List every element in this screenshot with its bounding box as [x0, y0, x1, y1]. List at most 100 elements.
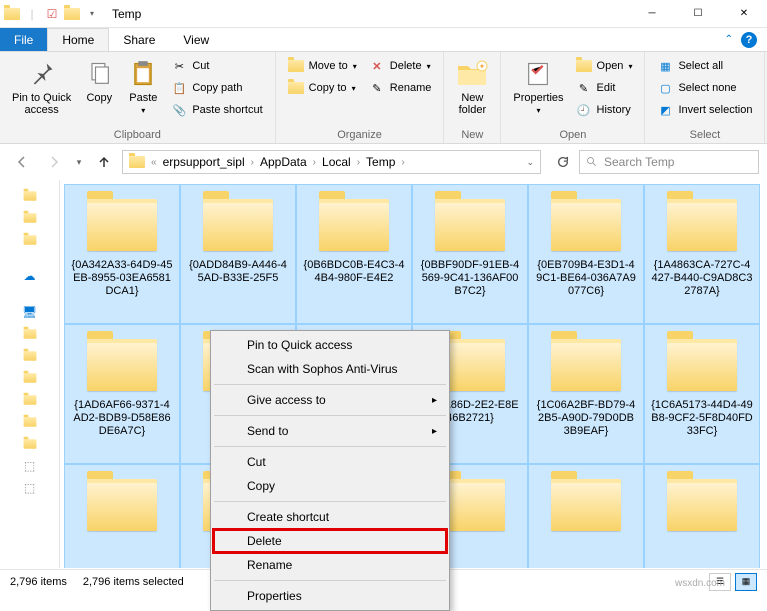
- qat-dropdown-icon[interactable]: ▾: [84, 6, 100, 22]
- maximize-button[interactable]: ☐: [675, 0, 721, 28]
- menu-separator: [214, 501, 446, 502]
- menu-copy[interactable]: Copy: [213, 474, 447, 498]
- tab-file[interactable]: File: [0, 28, 47, 51]
- tab-home[interactable]: Home: [47, 28, 109, 51]
- properties-qat-icon[interactable]: ☑: [44, 6, 60, 22]
- invert-selection-button[interactable]: ◩ Invert selection: [653, 100, 756, 120]
- file-item[interactable]: {0ADD84B9-A446-45AD-B33E-25F5: [180, 184, 296, 324]
- move-to-button[interactable]: Move to ▾: [284, 56, 361, 76]
- close-button[interactable]: ✕: [721, 0, 767, 28]
- nav-folder-item[interactable]: [2, 324, 57, 344]
- folder-icon: [551, 199, 621, 251]
- navigation-pane[interactable]: ☁ 🖥 ⬚ ⬚: [0, 180, 60, 568]
- tab-share[interactable]: Share: [109, 28, 169, 51]
- nav-folder-item[interactable]: [2, 368, 57, 388]
- nav-drive-item[interactable]: ⬚: [2, 478, 57, 498]
- nav-folder-item[interactable]: [2, 346, 57, 366]
- file-item[interactable]: {1A4863CA-727C-4427-B440-C9AD8C32787A}: [644, 184, 760, 324]
- nav-folder-item[interactable]: [2, 434, 57, 454]
- nav-folder-item[interactable]: [2, 186, 57, 206]
- window-title: Temp: [112, 7, 141, 21]
- select-none-button[interactable]: ▢ Select none: [653, 78, 756, 98]
- addressbar: ▾ « erpsupport_sipl › AppData › Local › …: [0, 144, 767, 180]
- breadcrumb-item[interactable]: Temp: [362, 155, 399, 169]
- file-item[interactable]: [644, 464, 760, 568]
- properties-button[interactable]: Properties ▾: [509, 56, 567, 117]
- menu-cut[interactable]: Cut: [213, 450, 447, 474]
- ribbon-group-clipboard: Pin to Quick access Copy Paste ▾ ✂ Cut: [0, 52, 276, 143]
- pc-icon: 🖥: [22, 305, 37, 319]
- nav-onedrive-item[interactable]: ☁: [2, 266, 57, 286]
- open-button[interactable]: Open ▾: [572, 56, 637, 76]
- cut-button[interactable]: ✂ Cut: [167, 56, 266, 76]
- file-item[interactable]: {1C6A5173-44D4-49B8-9CF2-5F8D40FD33FC}: [644, 324, 760, 464]
- folder-icon: [87, 479, 157, 531]
- help-icon[interactable]: ?: [741, 32, 757, 48]
- copy-to-button[interactable]: Copy to ▾: [284, 78, 361, 98]
- file-item[interactable]: {0EB709B4-E3D1-49C1-BE64-036A7A9077C6}: [528, 184, 644, 324]
- breadcrumb-item[interactable]: AppData: [256, 155, 311, 169]
- folder-icon: [4, 6, 20, 22]
- menu-create-shortcut[interactable]: Create shortcut: [213, 505, 447, 529]
- back-button[interactable]: [8, 148, 36, 176]
- ribbon-tabs: File Home Share View ⌃ ?: [0, 28, 767, 52]
- file-item[interactable]: {0BBF90DF-91EB-4569-9C41-136AF00B7C2}: [412, 184, 528, 324]
- group-label-clipboard: Clipboard: [8, 127, 267, 141]
- menu-delete[interactable]: Delete: [213, 529, 447, 553]
- nav-folder-item[interactable]: [2, 412, 57, 432]
- history-button[interactable]: 🕘 History: [572, 100, 637, 120]
- nav-folder-item[interactable]: [2, 208, 57, 228]
- menu-rename[interactable]: Rename: [213, 553, 447, 577]
- copy-button[interactable]: Copy: [79, 56, 119, 106]
- titlebar: | ☑ ▾ Temp ─ ☐ ✕: [0, 0, 767, 28]
- nav-folder-item[interactable]: [2, 230, 57, 250]
- file-item[interactable]: [528, 464, 644, 568]
- paste-shortcut-button[interactable]: 📎 Paste shortcut: [167, 100, 266, 120]
- menu-send-to[interactable]: Send to: [213, 419, 447, 443]
- file-item[interactable]: {1C06A2BF-BD79-42B5-A90D-79D0DB3B9EAF}: [528, 324, 644, 464]
- delete-button[interactable]: ✕ Delete ▾: [365, 56, 436, 76]
- icons-view-button[interactable]: ▦: [735, 573, 757, 591]
- file-item[interactable]: {1AD6AF66-9371-4AD2-BDB9-D58E86DE6A7C}: [64, 324, 180, 464]
- ribbon-group-open: Properties ▾ Open ▾ ✎ Edit 🕘 History: [501, 52, 645, 143]
- minimize-button[interactable]: ─: [629, 0, 675, 28]
- forward-button[interactable]: [40, 148, 68, 176]
- file-item[interactable]: {0A342A33-64D9-45EB-8955-03EA6581DCA1}: [64, 184, 180, 324]
- menu-separator: [214, 580, 446, 581]
- search-input[interactable]: Search Temp: [579, 150, 759, 174]
- copy-to-icon: [288, 80, 304, 96]
- breadcrumb-dropdown-icon[interactable]: ⌄: [522, 157, 538, 168]
- new-folder-button[interactable]: ✦ New folder: [452, 56, 492, 118]
- recent-dropdown[interactable]: ▾: [72, 148, 86, 176]
- svg-text:✦: ✦: [479, 62, 486, 71]
- pin-quick-access-button[interactable]: Pin to Quick access: [8, 56, 75, 118]
- rename-button[interactable]: ✎ Rename: [365, 78, 436, 98]
- menu-give-access[interactable]: Give access to: [213, 388, 447, 412]
- tab-view[interactable]: View: [169, 28, 223, 51]
- file-item[interactable]: [64, 464, 180, 568]
- menu-properties[interactable]: Properties: [213, 584, 447, 608]
- breadcrumb-root[interactable]: [125, 156, 149, 168]
- menu-scan-sophos[interactable]: Scan with Sophos Anti-Virus: [213, 357, 447, 381]
- chevron-down-icon: ▾: [427, 62, 431, 71]
- paste-button[interactable]: Paste ▾: [123, 56, 163, 117]
- edit-button[interactable]: ✎ Edit: [572, 78, 637, 98]
- breadcrumb-item[interactable]: Local: [318, 155, 355, 169]
- menu-separator: [214, 384, 446, 385]
- file-item[interactable]: {0B6BDC0B-E4C3-44B4-980F-E4E2: [296, 184, 412, 324]
- breadcrumb[interactable]: « erpsupport_sipl › AppData › Local › Te…: [122, 150, 541, 174]
- refresh-button[interactable]: [551, 150, 575, 174]
- collapse-ribbon-icon[interactable]: ⌃: [725, 34, 733, 45]
- nav-thispc-item[interactable]: 🖥: [2, 302, 57, 322]
- nav-drive-item[interactable]: ⬚: [2, 456, 57, 476]
- folder-qat-icon[interactable]: [64, 6, 80, 22]
- up-button[interactable]: [90, 148, 118, 176]
- group-label-open: Open: [509, 127, 636, 141]
- menu-separator: [214, 415, 446, 416]
- folder-icon: [667, 339, 737, 391]
- nav-folder-item[interactable]: [2, 390, 57, 410]
- select-all-button[interactable]: ▦ Select all: [653, 56, 756, 76]
- copy-path-button[interactable]: 📋 Copy path: [167, 78, 266, 98]
- menu-pin-quick-access[interactable]: Pin to Quick access: [213, 333, 447, 357]
- breadcrumb-item[interactable]: erpsupport_sipl: [159, 155, 249, 169]
